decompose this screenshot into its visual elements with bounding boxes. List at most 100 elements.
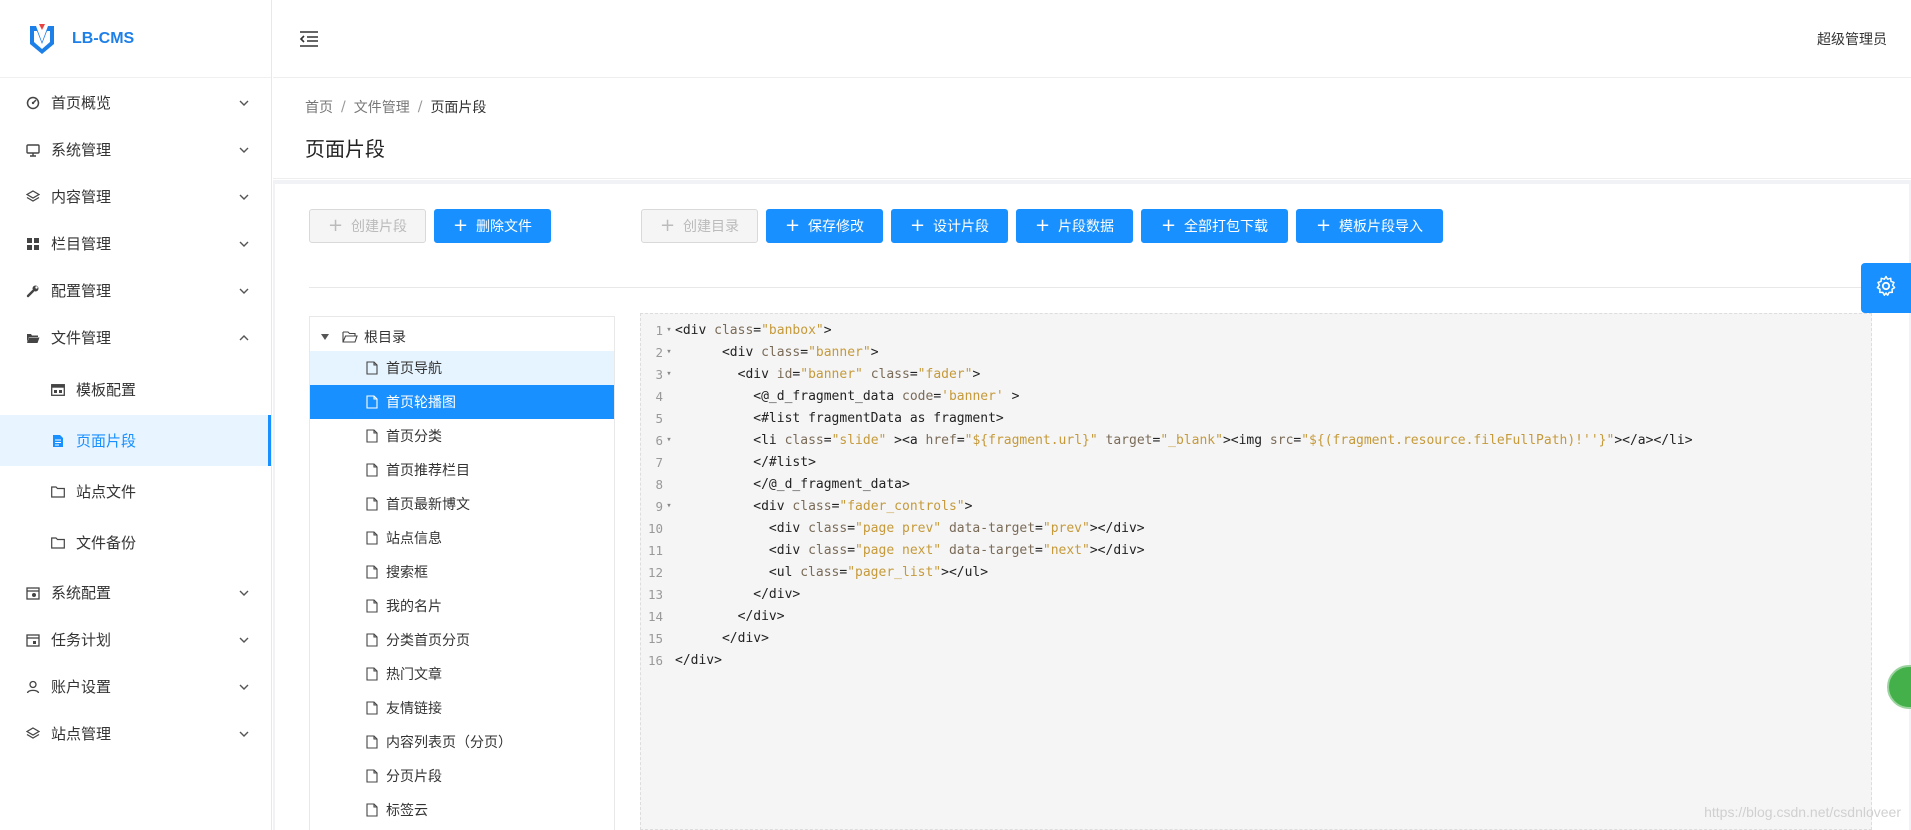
top-header: 超级管理员 bbox=[273, 0, 1911, 78]
delete-file-button[interactable]: + 删除文件 bbox=[434, 209, 551, 243]
sidebar-item-label: 配置管理 bbox=[51, 282, 112, 300]
file-icon bbox=[366, 667, 378, 681]
code-line: 7 </#list> bbox=[641, 451, 1871, 473]
sidebar-item-columns[interactable]: 栏目管理 bbox=[0, 220, 271, 267]
tree-node[interactable]: 首页导航 bbox=[310, 351, 614, 385]
tree-node[interactable]: 首页最新博文 bbox=[310, 487, 614, 521]
code-token: "${(fragment.resource.fileFullPath)!''}" bbox=[1301, 432, 1615, 448]
sidebar-item-system[interactable]: 系统管理 bbox=[0, 126, 271, 173]
sidebar-item-label: 文件管理 bbox=[51, 329, 112, 347]
caret-down-icon[interactable] bbox=[318, 334, 332, 340]
delete-file-label: 删除文件 bbox=[476, 219, 533, 235]
code-text: <li class="slide" ><a href="${fragment.u… bbox=[675, 432, 1692, 448]
code-text: <ul class="pager_list"></ul> bbox=[675, 565, 988, 580]
page-title: 页面片段 bbox=[305, 137, 385, 161]
file-icon bbox=[366, 735, 378, 749]
plus-icon: + bbox=[1315, 215, 1332, 236]
tree-node[interactable]: 站点信息 bbox=[310, 521, 614, 555]
code-token: class bbox=[714, 322, 754, 338]
sidebar-subitem-label: 文件备份 bbox=[76, 534, 137, 552]
file-icon bbox=[366, 803, 378, 817]
code-token: </div> bbox=[737, 608, 785, 624]
chevron-up-icon bbox=[237, 331, 251, 345]
tree-node[interactable]: 搜索框 bbox=[310, 555, 614, 589]
file-icon bbox=[366, 429, 378, 443]
import-template-fragment-label: 模板片段导入 bbox=[1339, 219, 1424, 235]
tree-node[interactable]: 标签云 bbox=[310, 793, 614, 827]
fold-arrow-icon[interactable]: ▾ bbox=[663, 435, 675, 445]
sidebar-item-label: 首页概览 bbox=[51, 94, 112, 112]
code-token: ></div> bbox=[1089, 542, 1145, 558]
code-token: class bbox=[761, 344, 801, 360]
tree-node-label: 首页导航 bbox=[386, 361, 442, 377]
file-icon bbox=[366, 531, 378, 545]
sidebar-item-config[interactable]: 配置管理 bbox=[0, 267, 271, 314]
sidebar-item-label: 栏目管理 bbox=[51, 235, 112, 253]
sidebar-item-content[interactable]: 内容管理 bbox=[0, 173, 271, 220]
design-fragment-button[interactable]: + 设计片段 bbox=[891, 209, 1008, 243]
sidebar-subitem-site-files[interactable]: 站点文件 bbox=[0, 466, 271, 517]
sidebar-subitem-page-fragment[interactable]: 页面片段 bbox=[0, 415, 271, 466]
tree-node[interactable]: 分类首页分页 bbox=[310, 623, 614, 657]
settings-button[interactable] bbox=[1861, 263, 1911, 313]
tree-node[interactable]: 友情链接 bbox=[310, 691, 614, 725]
tree-node[interactable]: 热门文章 bbox=[310, 657, 614, 691]
tree-root[interactable]: 根目录 bbox=[310, 323, 614, 351]
logo[interactable]: LB-CMS bbox=[0, 0, 271, 78]
sidebar-subitem-label: 站点文件 bbox=[76, 483, 137, 501]
line-number: 1 bbox=[655, 322, 663, 338]
tree-node[interactable]: 首页分类 bbox=[310, 419, 614, 453]
code-token: 'banner' bbox=[941, 388, 1004, 404]
fold-arrow-icon[interactable]: ▾ bbox=[663, 325, 675, 335]
tree-node[interactable]: 首页轮播图 bbox=[310, 385, 614, 419]
chevron-down-icon bbox=[237, 284, 251, 298]
code-editor[interactable]: 1 ▾ <div class="banbox"> 2 ▾ <div class="ban… bbox=[640, 313, 1872, 830]
code-token: <div bbox=[768, 542, 809, 558]
code-token: <ul bbox=[768, 564, 801, 580]
menu-fold-icon[interactable] bbox=[297, 27, 321, 51]
sidebar-item-system-config[interactable]: 系统配置 bbox=[0, 569, 271, 616]
line-number: 13 bbox=[647, 586, 663, 602]
plus-icon: + bbox=[659, 215, 676, 236]
breadcrumb-current: 页面片段 bbox=[430, 100, 487, 116]
user-icon bbox=[24, 678, 42, 696]
line-number: 11 bbox=[647, 542, 663, 558]
sidebar-subitem-template-config[interactable]: 模板配置 bbox=[0, 364, 271, 415]
tree-node[interactable]: 分页片段 bbox=[310, 759, 614, 793]
sidebar-item-sites[interactable]: 站点管理 bbox=[0, 710, 271, 757]
code-token: = bbox=[909, 366, 918, 382]
monitor-icon bbox=[24, 141, 42, 159]
download-all-button[interactable]: + 全部打包下载 bbox=[1141, 209, 1288, 243]
code-line: 8 </@_d_fragment_data> bbox=[641, 473, 1871, 495]
line-number: 14 bbox=[647, 608, 663, 624]
tree-node-label: 热门文章 bbox=[386, 667, 442, 683]
sidebar-item-dashboard[interactable]: 首页概览 bbox=[0, 79, 271, 126]
fragment-data-button[interactable]: + 片段数据 bbox=[1016, 209, 1133, 243]
tree-node[interactable]: 我的名片 bbox=[310, 589, 614, 623]
tree-node[interactable]: 首页推荐栏目 bbox=[310, 453, 614, 487]
tree-node[interactable]: 内容列表页（分页） bbox=[310, 725, 614, 759]
code-text: <div class="banbox"> bbox=[675, 323, 832, 338]
fold-arrow-icon[interactable]: ▾ bbox=[663, 501, 675, 511]
create-fragment-button[interactable]: + 创建片段 bbox=[309, 209, 426, 243]
fragment-data-label: 片段数据 bbox=[1058, 219, 1115, 235]
sidebar-item-account[interactable]: 账户设置 bbox=[0, 663, 271, 710]
sidebar-item-files[interactable]: 文件管理 bbox=[0, 314, 271, 361]
calendar-gear-icon bbox=[24, 584, 42, 602]
fold-arrow-icon[interactable]: ▾ bbox=[663, 347, 675, 357]
sidebar-subitem-file-backup[interactable]: 文件备份 bbox=[0, 517, 271, 568]
import-template-fragment-button[interactable]: + 模板片段导入 bbox=[1296, 209, 1443, 243]
folder-icon bbox=[50, 484, 66, 500]
save-changes-button[interactable]: + 保存修改 bbox=[766, 209, 883, 243]
user-menu[interactable]: 超级管理员 bbox=[1817, 29, 1887, 49]
breadcrumb-files[interactable]: 文件管理 bbox=[354, 97, 410, 117]
fold-arrow-icon[interactable]: ▾ bbox=[663, 369, 675, 379]
create-directory-button[interactable]: + 创建目录 bbox=[641, 209, 758, 243]
breadcrumb-home[interactable]: 首页 bbox=[305, 97, 333, 117]
sidebar-item-tasks[interactable]: 任务计划 bbox=[0, 616, 271, 663]
